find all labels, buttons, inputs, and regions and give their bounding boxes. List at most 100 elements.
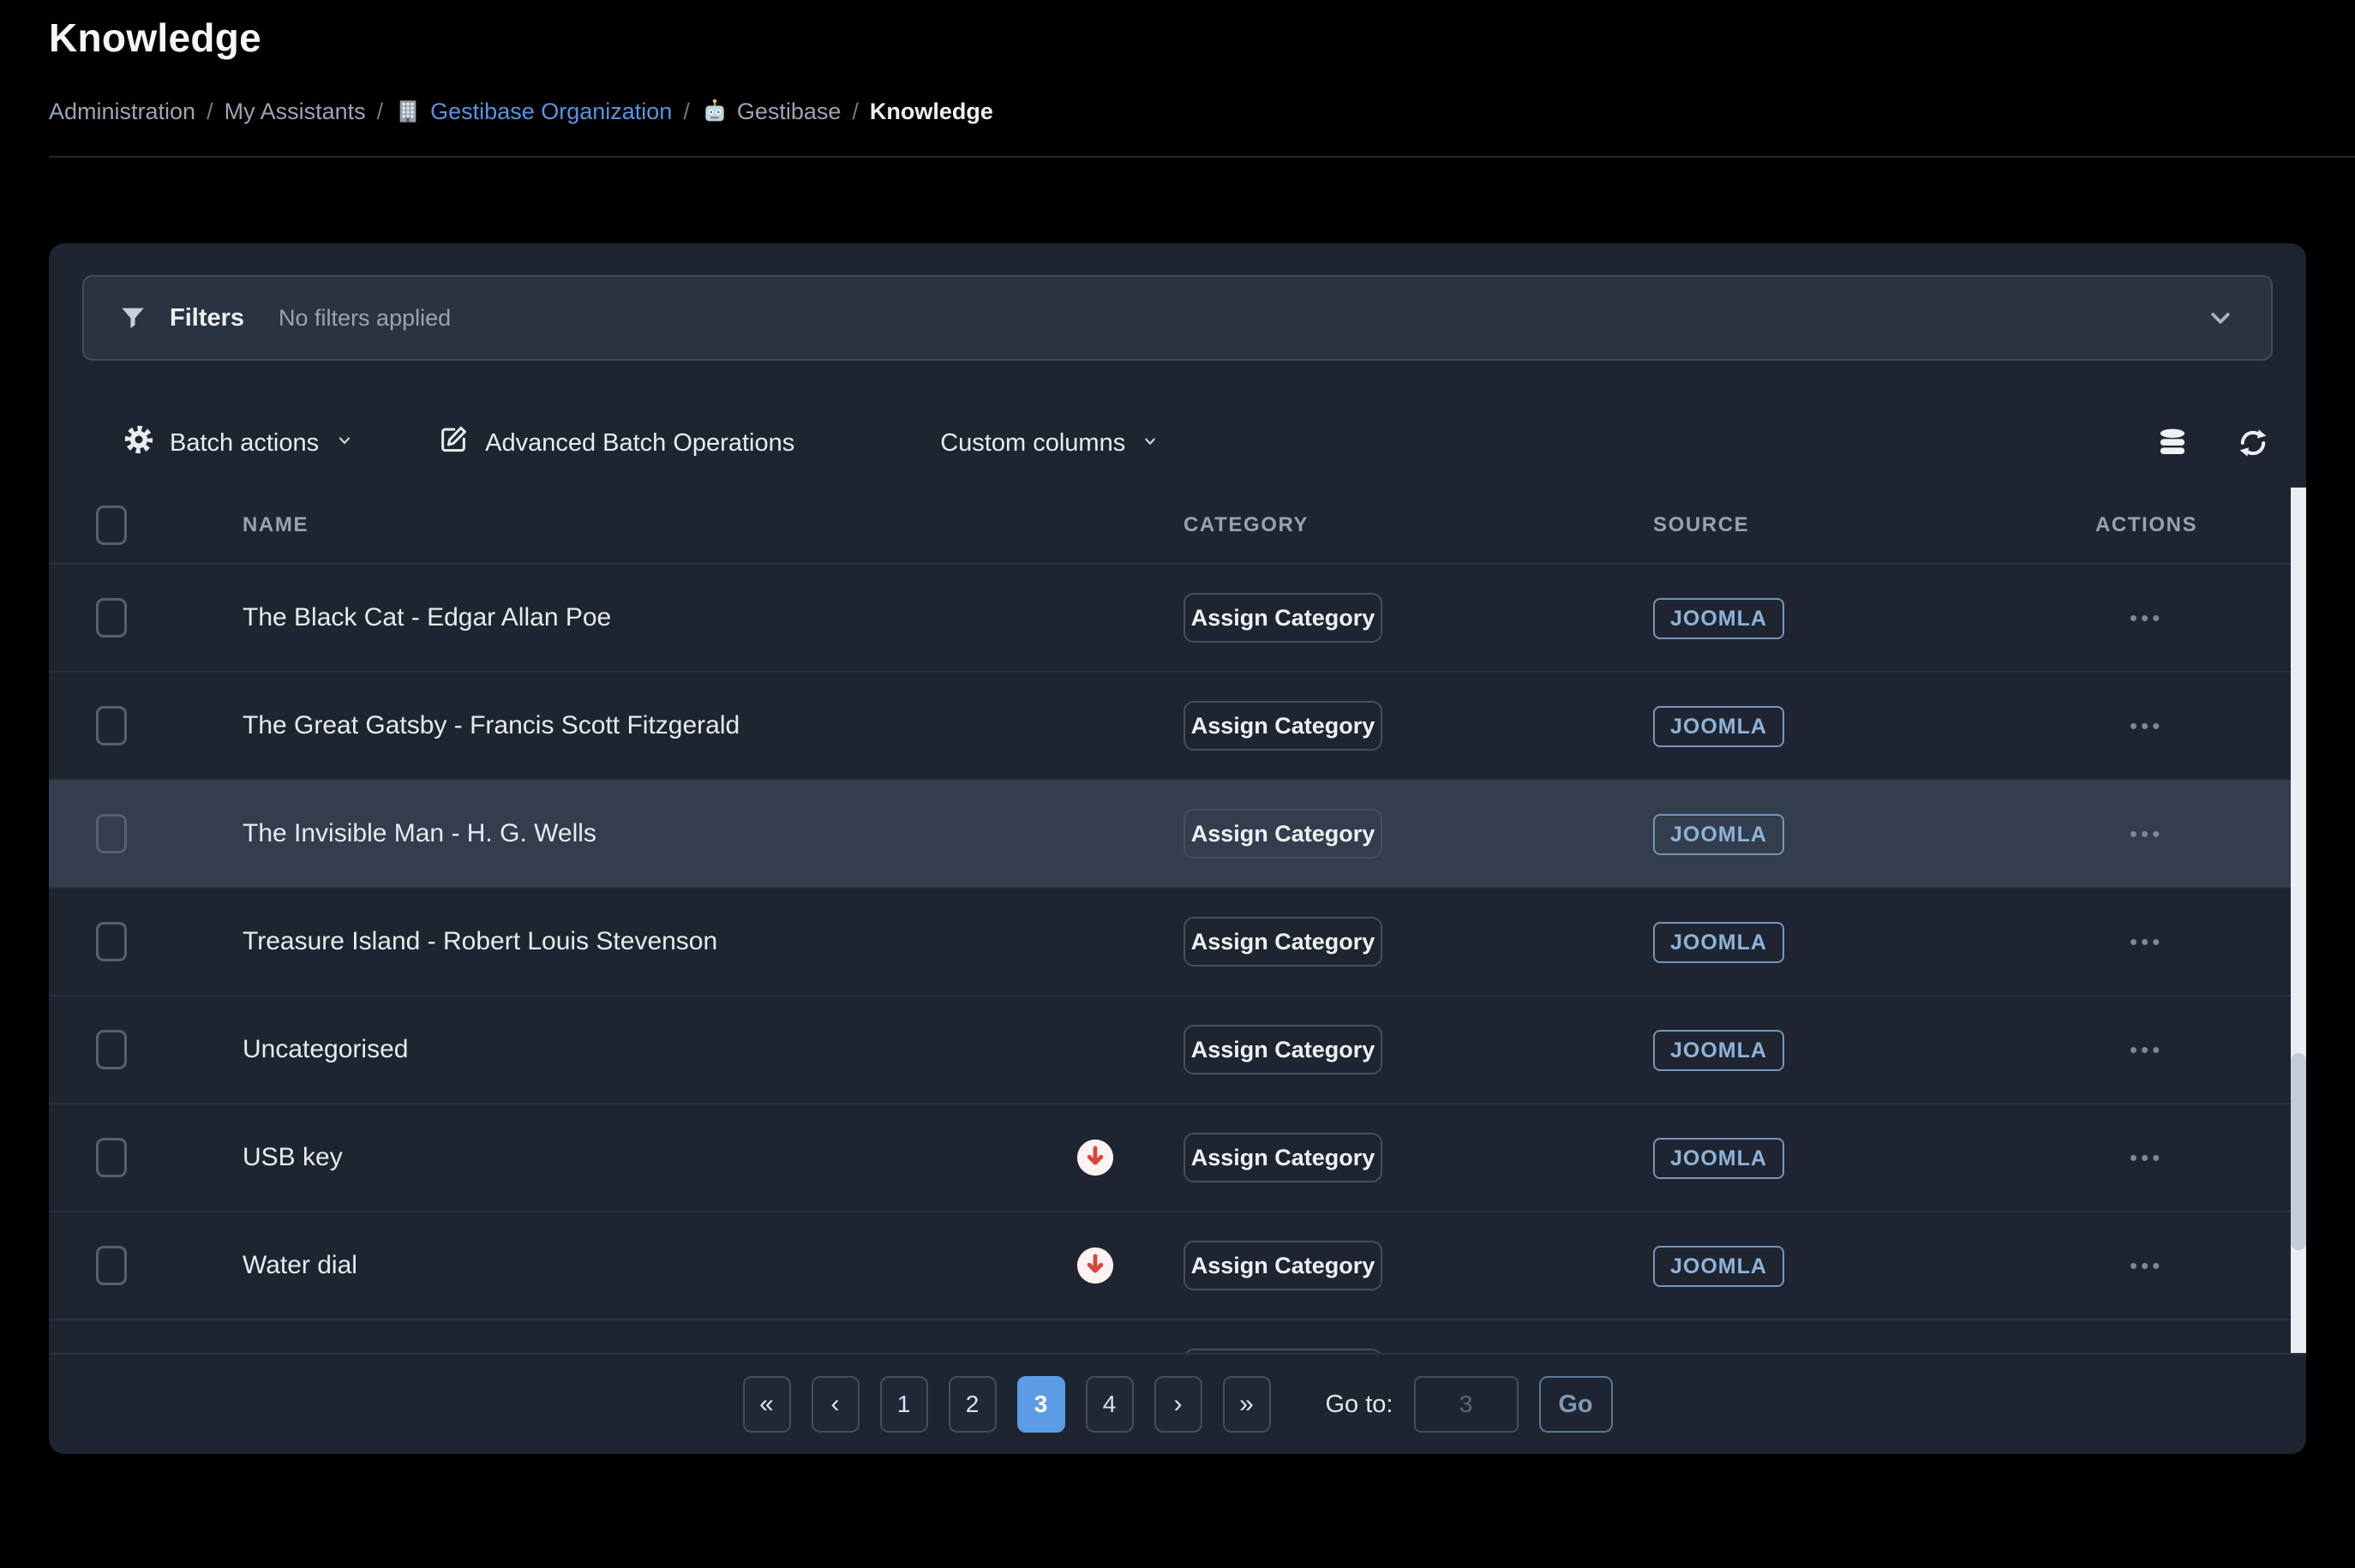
page-header: Knowledge Administration / My Assistants / G… <box>0 0 2355 129</box>
source-badge: JOOMLA <box>1653 922 1784 963</box>
row-name: The Great Gatsby - Francis Scott Fitzger… <box>243 711 740 740</box>
row-name: USB key <box>243 1143 343 1172</box>
row-actions-button[interactable]: ••• <box>2095 929 2291 955</box>
row-checkbox[interactable] <box>96 706 127 745</box>
table-row-partial[interactable]: Assign Category JOOMLA ••• <box>49 1319 2306 1353</box>
filters-panel[interactable]: Filters No filters applied <box>82 275 2273 361</box>
assign-category-button[interactable]: Assign Category <box>1183 1025 1382 1074</box>
robot-icon <box>701 98 728 125</box>
knowledge-card: Filters No filters applied Batch actions <box>49 243 2306 1454</box>
row-name: The Invisible Man - H. G. Wells <box>243 819 596 848</box>
breadcrumb-item-my-assistants[interactable]: My Assistants <box>225 99 366 125</box>
breadcrumb-separator: / <box>683 99 690 125</box>
row-actions-button[interactable]: ••• <box>2095 713 2291 739</box>
column-header-actions: ACTIONS <box>2095 513 2291 537</box>
source-badge: JOOMLA <box>1653 598 1784 639</box>
breadcrumb-item-label: Gestibase Organization <box>430 99 672 125</box>
row-checkbox[interactable] <box>96 1030 127 1069</box>
row-name: Water dial <box>243 1251 357 1280</box>
row-name: Treasure Island - Robert Louis Stevenson <box>243 927 717 956</box>
source-badge: JOOMLA <box>1653 1030 1784 1071</box>
row-actions-button[interactable]: ••• <box>2095 1253 2291 1279</box>
table-row[interactable]: The Great Gatsby - Francis Scott Fitzger… <box>49 671 2306 779</box>
breadcrumb-item-label: Gestibase <box>737 99 842 125</box>
row-checkbox[interactable] <box>96 814 127 853</box>
pagination-page-2[interactable]: 2 <box>949 1376 997 1433</box>
pagination-first[interactable]: « <box>743 1376 791 1433</box>
table-row[interactable]: Treasure Island - Robert Louis Stevenson… <box>49 887 2306 995</box>
custom-columns-button[interactable]: Custom columns <box>940 429 1160 458</box>
go-button[interactable]: Go <box>1539 1376 1613 1433</box>
table-scrollbar-thumb[interactable] <box>2291 1053 2306 1250</box>
assign-category-button[interactable]: Assign Category <box>1183 701 1382 751</box>
goto-page-input[interactable] <box>1414 1376 1519 1433</box>
breadcrumb-item-label: Knowledge <box>870 99 993 125</box>
breadcrumb-separator: / <box>207 99 213 125</box>
source-badge: JOOMLA <box>1653 814 1784 855</box>
pagination-last[interactable]: » <box>1223 1376 1271 1433</box>
edit-square-icon <box>437 423 470 463</box>
select-all-checkbox[interactable] <box>96 506 127 545</box>
breadcrumb-item-gestibase-organization[interactable]: Gestibase Organization <box>394 98 672 125</box>
table-row[interactable]: Water dial Assign Category JOOMLA ••• <box>49 1211 2306 1319</box>
knowledge-table: NAME CATEGORY SOURCE ACTIONS The Black C… <box>49 488 2306 1353</box>
batch-actions-label: Batch actions <box>170 429 319 458</box>
row-checkbox[interactable] <box>96 1246 127 1285</box>
breadcrumb-item-label: My Assistants <box>225 99 366 125</box>
row-checkbox[interactable] <box>96 1138 127 1177</box>
breadcrumb-item-administration[interactable]: Administration <box>49 99 195 125</box>
row-actions-button[interactable]: ••• <box>2095 605 2291 631</box>
sync-error-icon <box>1076 1246 1115 1285</box>
row-actions-button[interactable]: ••• <box>2095 1037 2291 1063</box>
filters-label: Filters <box>170 304 244 332</box>
batch-actions-button[interactable]: Batch actions <box>123 424 355 462</box>
pagination-page-3[interactable]: 3 <box>1017 1376 1065 1433</box>
table-scrollbar-track[interactable] <box>2291 488 2306 1353</box>
breadcrumb: Administration / My Assistants / Gestibase O… <box>49 94 2306 129</box>
assign-category-button[interactable]: Assign Category <box>1183 917 1382 967</box>
breadcrumb-separator: / <box>852 99 859 125</box>
breadcrumb-item-label: Administration <box>49 99 195 125</box>
table-toolbar: Batch actions Advanced Batch Operations … <box>82 416 2273 470</box>
assign-category-button[interactable]: Assign Category <box>1183 1133 1382 1182</box>
source-badge: JOOMLA <box>1653 1138 1784 1179</box>
table-row[interactable]: Uncategorised Assign Category JOOMLA ••• <box>49 995 2306 1103</box>
row-checkbox[interactable] <box>96 598 127 637</box>
advanced-batch-operations-label: Advanced Batch Operations <box>485 429 794 458</box>
pagination-prev[interactable]: ‹ <box>812 1376 860 1433</box>
sync-error-icon <box>1076 1138 1115 1177</box>
row-actions-button[interactable]: ••• <box>2095 1145 2291 1171</box>
breadcrumb-item-knowledge: Knowledge <box>870 99 993 125</box>
row-actions-button[interactable]: ••• <box>2095 821 2291 847</box>
pagination-page-1[interactable]: 1 <box>880 1376 928 1433</box>
database-icon[interactable] <box>2153 423 2192 463</box>
row-checkbox[interactable] <box>96 922 127 961</box>
advanced-batch-operations-button[interactable]: Advanced Batch Operations <box>437 423 794 463</box>
chevron-down-icon <box>334 429 355 458</box>
source-badge: JOOMLA <box>1653 1246 1784 1287</box>
assign-category-button[interactable]: Assign Category <box>1183 1349 1382 1353</box>
header-divider <box>49 156 2355 158</box>
column-header-source: SOURCE <box>1653 513 2095 537</box>
breadcrumb-separator: / <box>377 99 384 125</box>
table-row[interactable]: The Black Cat - Edgar Allan Poe Assign C… <box>49 563 2306 671</box>
assign-category-button[interactable]: Assign Category <box>1183 1241 1382 1290</box>
chevron-down-icon[interactable] <box>2204 302 2237 334</box>
chevron-down-icon <box>1141 429 1160 458</box>
table-row[interactable]: The Invisible Man - H. G. Wells Assign C… <box>49 779 2306 887</box>
page-title: Knowledge <box>49 15 2306 60</box>
column-header-category: CATEGORY <box>1183 513 1653 537</box>
table-row[interactable]: USB key Assign Category JOOMLA ••• <box>49 1103 2306 1211</box>
gear-icon <box>123 424 154 462</box>
refresh-icon[interactable] <box>2233 423 2273 463</box>
assign-category-button[interactable]: Assign Category <box>1183 593 1382 643</box>
goto-label: Go to: <box>1326 1391 1393 1419</box>
assign-category-button[interactable]: Assign Category <box>1183 809 1382 859</box>
row-name: Uncategorised <box>243 1035 408 1064</box>
breadcrumb-item-gestibase[interactable]: Gestibase <box>701 98 842 125</box>
row-name: The Black Cat - Edgar Allan Poe <box>243 603 611 632</box>
filter-icon <box>118 303 147 332</box>
pagination-next[interactable]: › <box>1154 1376 1202 1433</box>
source-badge: JOOMLA <box>1653 706 1784 747</box>
pagination-page-4[interactable]: 4 <box>1086 1376 1134 1433</box>
